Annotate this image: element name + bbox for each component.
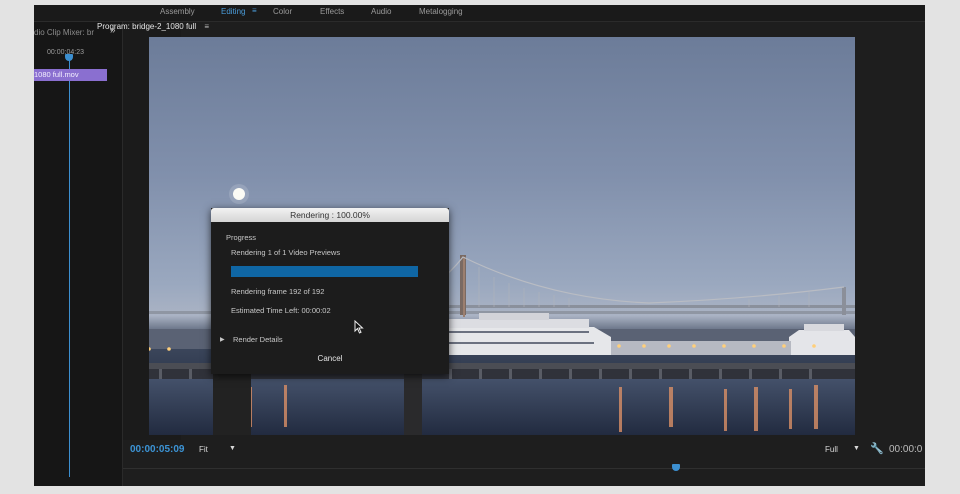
workspace-tab-editing[interactable]: Editing [221, 7, 245, 16]
workspace-tab-metalogging[interactable]: Metalogging [419, 7, 463, 16]
playhead-timecode[interactable]: 00:00:05:09 [130, 444, 184, 455]
render-details-toggle[interactable]: Render Details [233, 335, 283, 344]
workspace-menu-icon[interactable]: ≡ [252, 6, 257, 15]
resolution-dropdown[interactable]: Full [825, 445, 838, 454]
workspace-tab-effects[interactable]: Effects [320, 7, 344, 16]
mixer-playhead-line [69, 57, 70, 477]
monitor-controls: 00:00:05:09 Fit ▼ Full ▼ 🔧 00:00:0 [123, 440, 925, 486]
program-monitor-title[interactable]: Program: bridge-2_1080 full ≡ [97, 22, 209, 31]
zoom-dropdown-arrow-icon[interactable]: ▼ [229, 445, 236, 452]
settings-wrench-icon[interactable]: 🔧 [870, 442, 884, 455]
time-left-text: Estimated Time Left: 00:00:02 [231, 306, 331, 315]
workspace-tab-assembly[interactable]: Assembly [160, 7, 195, 16]
zoom-fit-dropdown[interactable]: Fit [199, 445, 208, 454]
progress-section-label: Progress [226, 233, 257, 242]
duration-timecode: 00:00:0 [889, 444, 923, 455]
render-status-text: Rendering 1 of 1 Video Previews [231, 248, 341, 257]
program-monitor-title-text: Program: bridge-2_1080 full [97, 22, 197, 31]
resolution-dropdown-arrow-icon[interactable]: ▼ [853, 445, 860, 452]
cancel-button[interactable]: Cancel [307, 352, 353, 365]
rendering-dialog: Rendering : 100.00% Progress Rendering 1… [211, 208, 449, 374]
rendering-dialog-title: Rendering : 100.00% [211, 208, 449, 222]
scrub-track[interactable] [123, 468, 925, 469]
mixer-clip[interactable]: 1080 full.mov [34, 69, 107, 81]
program-monitor-menu-icon[interactable]: ≡ [204, 22, 209, 31]
workspace-tab-audio[interactable]: Audio [371, 7, 391, 16]
audio-clip-mixer-panel: dio Clip Mixer: br » 00:00:04:23 1080 fu… [34, 22, 123, 486]
mouse-cursor-icon [354, 320, 364, 334]
workspace-tab-color[interactable]: Color [273, 7, 292, 16]
render-progress-fill [231, 266, 418, 277]
render-details-disclosure-icon[interactable]: ▶ [220, 336, 225, 343]
scrub-playhead-handle[interactable] [672, 464, 680, 471]
frame-status-text: Rendering frame 192 of 192 [231, 287, 325, 296]
workspace-bar: Assembly Editing ≡ Color Effects Audio M… [34, 5, 925, 22]
render-progress-bar [231, 266, 418, 277]
